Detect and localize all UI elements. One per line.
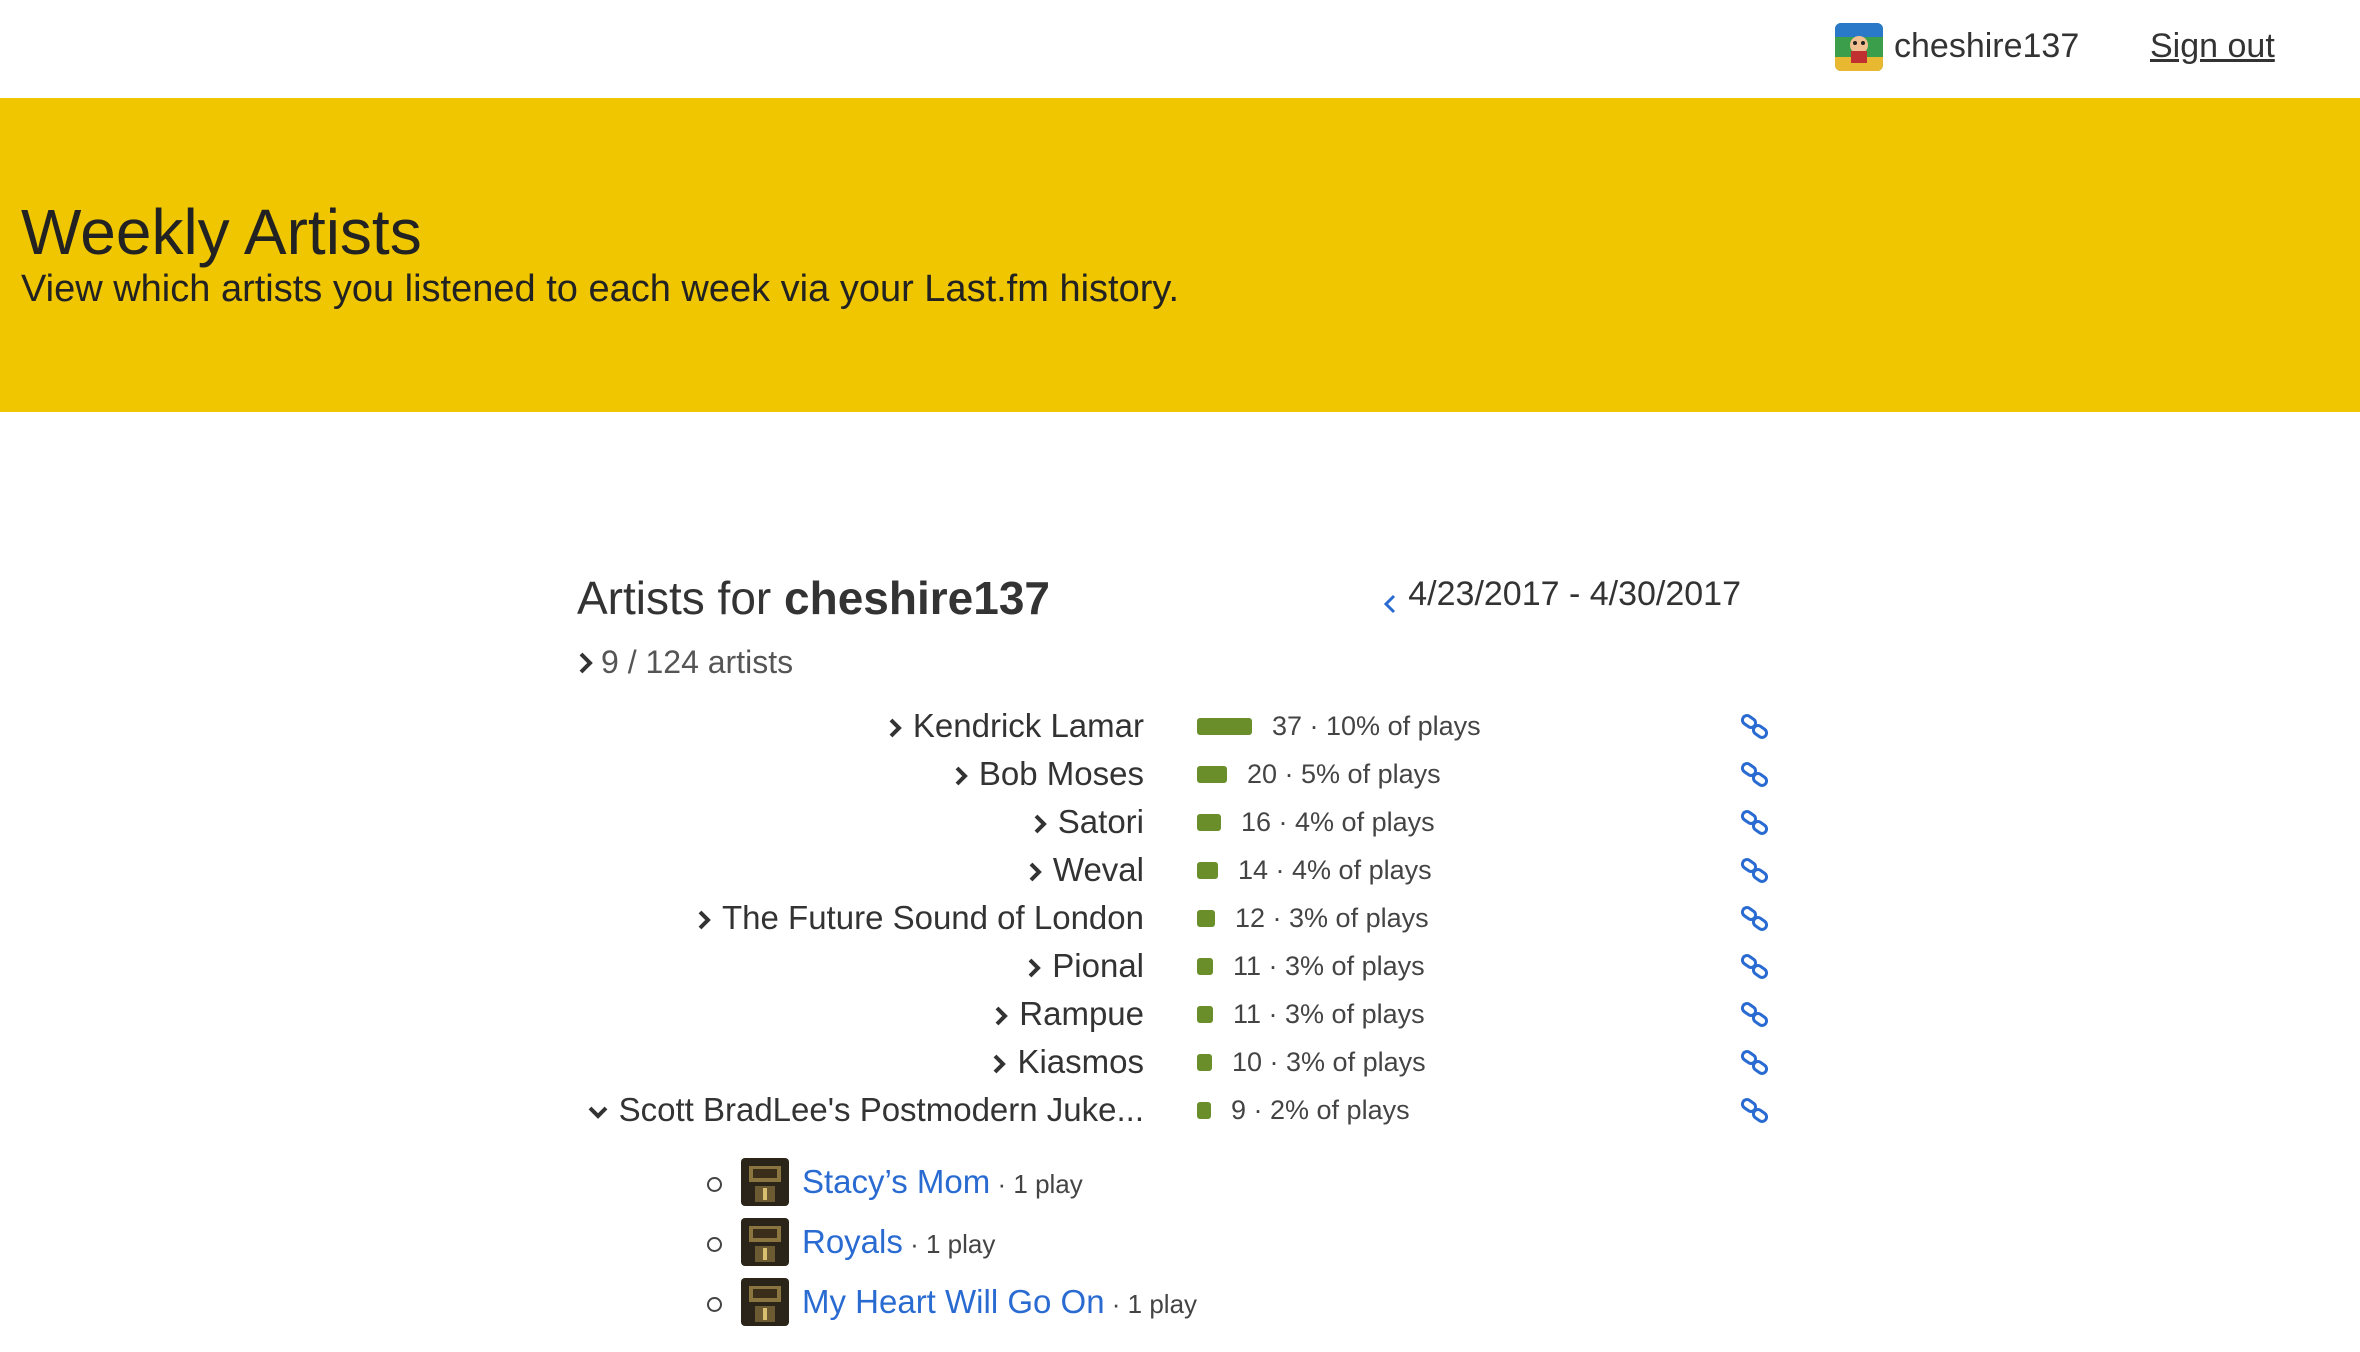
play-bar: [1197, 1102, 1211, 1119]
track-play-count: · 1 play: [1104, 1289, 1198, 1319]
play-bar: [1197, 1006, 1213, 1023]
artist-name: Pional: [1052, 947, 1144, 984]
artist-name: Rampue: [1019, 995, 1144, 1032]
top-bar: cheshire137 Sign out: [0, 0, 2360, 98]
sign-out-link[interactable]: Sign out: [2150, 24, 2275, 68]
album-art-icon: [741, 1278, 789, 1326]
artist-name: Satori: [1057, 803, 1144, 840]
artist-summary: 9 / 124 artists: [601, 644, 794, 680]
link-icon[interactable]: [1740, 1002, 1770, 1028]
hero-banner: Weekly Artists View which artists you li…: [0, 98, 2360, 412]
chevron-down-icon: [587, 1088, 609, 1136]
chevron-right-icon: [696, 896, 712, 944]
track-item: Royals · 1 play: [707, 1218, 1607, 1272]
list-bullet: [707, 1177, 722, 1192]
artist-row: Kiasmos 10 · 3% of plays: [577, 1038, 1777, 1086]
artist-name: Kiasmos: [1017, 1043, 1144, 1080]
play-bar: [1197, 766, 1227, 783]
artist-name: Scott BradLee's Postmodern Juke...: [618, 1091, 1144, 1128]
artist-toggle[interactable]: Satori: [444, 798, 1144, 848]
play-bar: [1197, 862, 1218, 879]
play-count: 37 · 10% of plays: [1272, 711, 1481, 741]
play-bar: [1197, 718, 1252, 735]
artist-toggle[interactable]: Weval: [444, 846, 1144, 896]
link-icon[interactable]: [1740, 906, 1770, 932]
track-link[interactable]: Stacy’s Mom · 1 play: [802, 1158, 1083, 1208]
artist-row: Bob Moses 20 · 5% of plays: [577, 750, 1777, 798]
play-count: 16 · 4% of plays: [1241, 807, 1435, 837]
track-item: My Heart Will Go On · 1 play: [707, 1278, 1607, 1332]
heading-prefix: Artists for: [577, 572, 785, 624]
play-count: 14 · 4% of plays: [1238, 855, 1432, 885]
track-link[interactable]: My Heart Will Go On · 1 play: [802, 1278, 1197, 1328]
chevron-right-icon: [991, 1040, 1007, 1088]
username[interactable]: cheshire137: [1894, 24, 2079, 68]
track-title[interactable]: Stacy’s Mom: [802, 1163, 990, 1200]
user-avatar[interactable]: [1835, 23, 1883, 71]
list-bullet: [707, 1237, 722, 1252]
play-count: 11 · 3% of plays: [1233, 999, 1425, 1029]
artist-name: The Future Sound of London: [722, 899, 1144, 936]
track-title[interactable]: Royals: [802, 1223, 903, 1260]
play-count: 12 · 3% of plays: [1235, 903, 1429, 933]
artist-toggle[interactable]: Bob Moses: [444, 750, 1144, 800]
artist-summary-toggle[interactable]: 9 / 124 artists: [577, 640, 793, 684]
play-bar: [1197, 958, 1213, 975]
link-icon[interactable]: [1740, 1098, 1770, 1124]
artist-row: Scott BradLee's Postmodern Juke... 9 · 2%…: [577, 1086, 1777, 1134]
artist-row: The Future Sound of London 12 · 3% of pla…: [577, 894, 1777, 942]
link-icon[interactable]: [1740, 858, 1770, 884]
chevron-left-icon[interactable]: [1380, 582, 1402, 614]
list-bullet: [707, 1297, 722, 1312]
artist-row: Rampue 11 · 3% of plays: [577, 990, 1777, 1038]
artist-toggle[interactable]: Scott BradLee's Postmodern Juke...: [444, 1086, 1144, 1136]
album-art-icon: [741, 1158, 789, 1206]
track-title[interactable]: My Heart Will Go On: [802, 1283, 1105, 1320]
artist-row: Pional 11 · 3% of plays: [577, 942, 1777, 990]
play-count: 20 · 5% of plays: [1247, 759, 1441, 789]
link-icon[interactable]: [1740, 1050, 1770, 1076]
chevron-right-icon: [579, 652, 593, 674]
page-subtitle: View which artists you listened to each …: [21, 268, 1180, 310]
artists-panel: Artists for cheshire137 4/23/2017 - 4/30…: [577, 560, 1777, 1350]
play-bar: [1197, 910, 1215, 927]
track-play-count: · 1 play: [902, 1229, 996, 1259]
artist-name: Kendrick Lamar: [912, 707, 1144, 744]
play-count: 11 · 3% of plays: [1233, 951, 1425, 981]
chevron-right-icon: [1032, 800, 1048, 848]
artist-row: Kendrick Lamar 37 · 10% of plays: [577, 702, 1777, 750]
link-icon[interactable]: [1740, 714, 1770, 740]
artist-toggle[interactable]: Pional: [444, 942, 1144, 992]
artists-heading: Artists for cheshire137: [577, 568, 1050, 628]
link-icon[interactable]: [1740, 810, 1770, 836]
play-count: 10 · 3% of plays: [1232, 1047, 1426, 1077]
artist-toggle[interactable]: Rampue: [444, 990, 1144, 1040]
link-icon[interactable]: [1740, 762, 1770, 788]
page-title: Weekly Artists: [21, 196, 422, 268]
heading-username: cheshire137: [784, 572, 1050, 624]
link-icon[interactable]: [1740, 954, 1770, 980]
date-range: 4/23/2017 - 4/30/2017: [1384, 572, 1741, 616]
chevron-right-icon: [953, 752, 969, 800]
album-art-icon: [741, 1218, 789, 1266]
chevron-right-icon: [993, 992, 1009, 1040]
date-range-text: 4/23/2017 - 4/30/2017: [1408, 575, 1741, 613]
chevron-right-icon: [887, 704, 903, 752]
artist-name: Bob Moses: [978, 755, 1144, 792]
track-item: Stacy’s Mom · 1 play: [707, 1158, 1607, 1212]
chevron-right-icon: [1027, 848, 1043, 896]
artist-toggle[interactable]: Kiasmos: [444, 1038, 1144, 1088]
artist-row: Weval 14 · 4% of plays: [577, 846, 1777, 894]
artist-toggle[interactable]: The Future Sound of London: [444, 894, 1144, 944]
track-link[interactable]: Royals · 1 play: [802, 1218, 995, 1268]
play-bar: [1197, 1054, 1212, 1071]
track-play-count: · 1 play: [990, 1169, 1083, 1199]
chevron-right-icon: [1026, 944, 1042, 992]
artist-row: Satori 16 · 4% of plays: [577, 798, 1777, 846]
play-bar: [1197, 814, 1221, 831]
artist-toggle[interactable]: Kendrick Lamar: [444, 702, 1144, 752]
play-count: 9 · 2% of plays: [1231, 1095, 1410, 1125]
artist-name: Weval: [1052, 851, 1144, 888]
